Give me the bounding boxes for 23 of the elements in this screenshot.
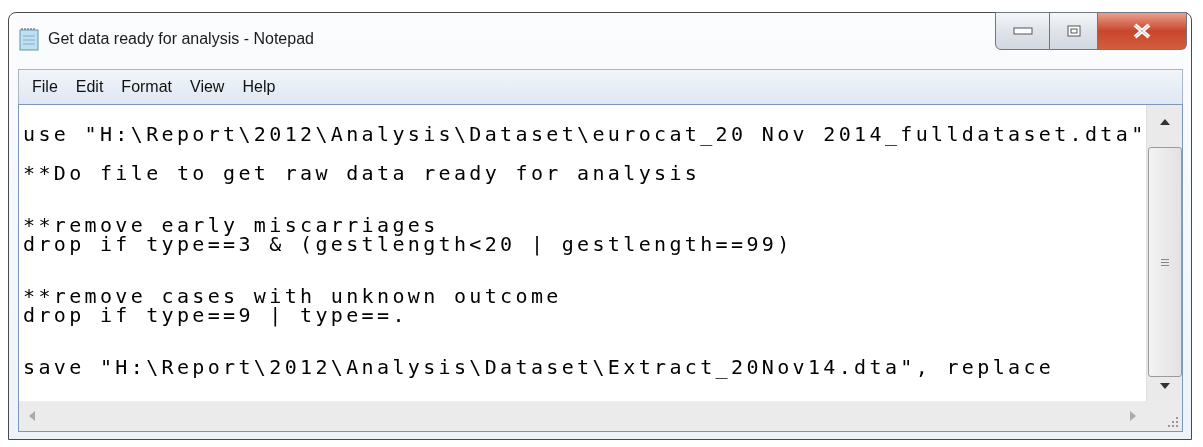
minimize-icon — [1012, 27, 1033, 35]
code-line: use "H:\Report\2012\Analysis\Dataset\eurocat_20 Nov 2014_fulldataset.dta" — [23, 125, 1146, 144]
maximize-button[interactable] — [1050, 12, 1098, 50]
code-line: save "H:\Report\2012\Analysis\Dataset\Extract_20Nov14.dta", replace — [23, 358, 1056, 377]
menu-item[interactable]: Edit — [66, 70, 113, 104]
scrollbar-thumb[interactable] — [1147, 147, 1182, 377]
notepad-icon — [18, 27, 40, 51]
close-button[interactable] — [1098, 12, 1187, 50]
code-line: **Do file to get raw data ready for analysis — [23, 163, 702, 182]
scroll-up-icon[interactable] — [1159, 119, 1170, 125]
menu-item[interactable]: Help — [233, 70, 285, 104]
menu-item[interactable]: File — [23, 70, 67, 104]
scroll-down-icon[interactable] — [1159, 383, 1170, 389]
maximize-icon — [1066, 25, 1081, 37]
code-line: **remove early miscarriages — [23, 216, 439, 235]
window-title: Get data ready for analysis - Notepad — [48, 30, 314, 48]
menu-item[interactable]: Format — [112, 70, 182, 104]
code-line: **remove cases with unknown outcome — [23, 287, 563, 306]
vertical-scrollbar[interactable] — [1146, 105, 1182, 401]
resize-grip-icon[interactable] — [1168, 417, 1178, 427]
menu-item[interactable]: View — [181, 70, 234, 104]
minimize-button[interactable] — [995, 12, 1050, 50]
close-icon — [1132, 23, 1152, 39]
